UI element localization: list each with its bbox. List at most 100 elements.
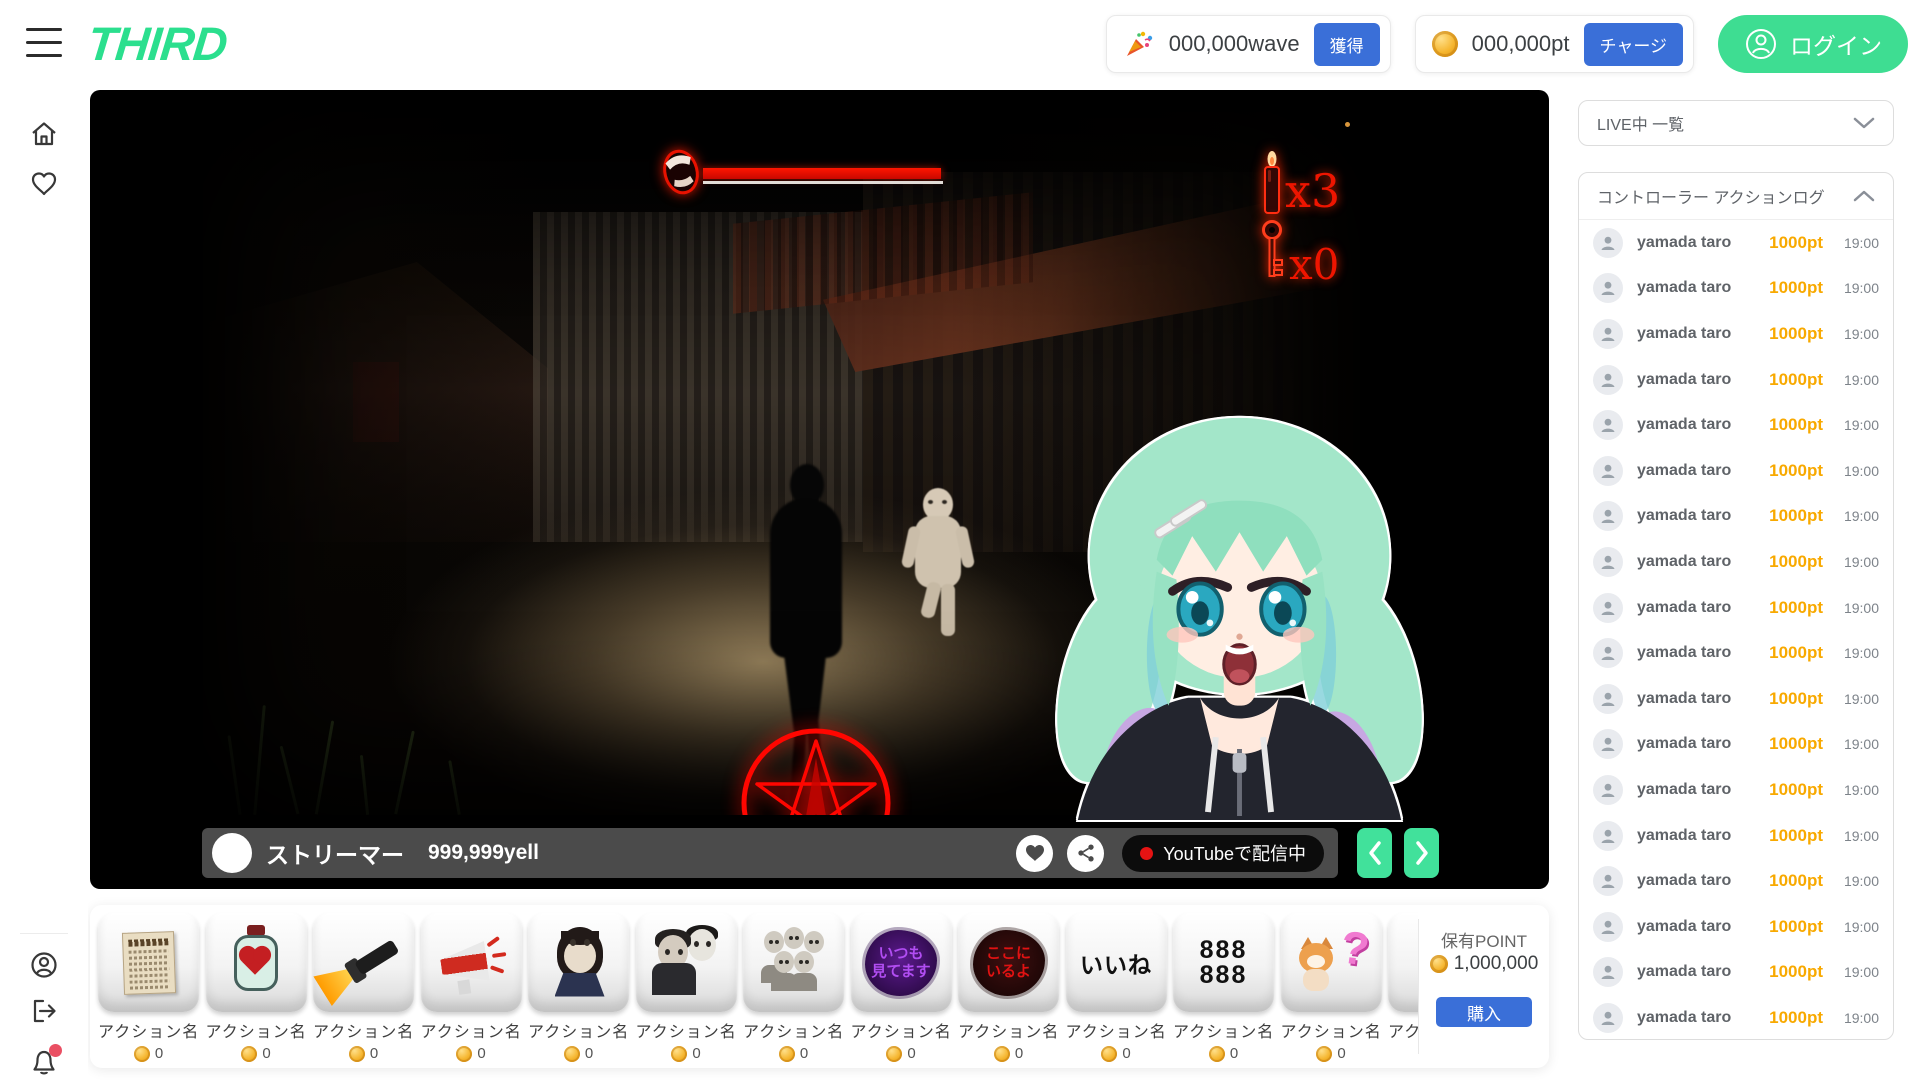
- shiba-question-icon: ?: [1293, 925, 1369, 1001]
- action-log-row: yamada taro 1000pt 19:00: [1579, 676, 1893, 722]
- action-log-row: yamada taro 1000pt 19:00: [1579, 539, 1893, 585]
- favorites-heart-icon[interactable]: [29, 169, 59, 199]
- charge-button[interactable]: チャージ: [1584, 23, 1684, 66]
- user-avatar: [1593, 912, 1623, 942]
- buy-button[interactable]: 購入: [1436, 997, 1532, 1027]
- chevron-right-icon: [1414, 840, 1430, 866]
- wave-claim-button[interactable]: 獲得: [1314, 23, 1380, 66]
- purple-splatter-icon: いつも見てます: [863, 925, 939, 1001]
- logout-icon[interactable]: [29, 996, 59, 1026]
- header-right: 000,000wave 獲得 000,000pt チャージ ログイン: [1106, 14, 1908, 74]
- user-icon: [1744, 27, 1778, 61]
- log-user-name: yamada taro: [1637, 1009, 1769, 1027]
- log-points: 1000pt: [1769, 598, 1823, 618]
- action-log-card: コントローラー アクションログ yamada taro 1000pt 19:: [1578, 172, 1894, 1040]
- person-icon: [1599, 553, 1617, 571]
- action-card-3[interactable]: アクション名 0: [313, 913, 414, 1062]
- prev-stream-button[interactable]: [1357, 828, 1392, 878]
- action-card-6[interactable]: アクション名 0: [636, 913, 737, 1062]
- chevron-up-icon: [1853, 190, 1875, 202]
- log-points: 1000pt: [1769, 324, 1823, 344]
- log-user-name: yamada taro: [1637, 690, 1769, 708]
- youtube-live-button[interactable]: YouTubeで配信中: [1122, 835, 1324, 872]
- user-avatar: [1593, 547, 1623, 577]
- log-points: 1000pt: [1769, 415, 1823, 435]
- login-button[interactable]: ログイン: [1718, 15, 1908, 73]
- notification-badge: [49, 1044, 62, 1057]
- points-card: 000,000pt チャージ: [1415, 15, 1694, 73]
- user-avatar: [1593, 319, 1623, 349]
- log-time: 19:00: [1837, 280, 1879, 296]
- partial-text-icon: 初で: [1401, 925, 1419, 1001]
- log-points: 1000pt: [1769, 826, 1823, 846]
- user-avatar: [1593, 866, 1623, 896]
- action-card-10[interactable]: いいね アクション名 0: [1066, 913, 1167, 1062]
- owned-points-panel: 保有POINT 1,000,000 購入: [1419, 905, 1549, 1068]
- log-user-name: yamada taro: [1637, 827, 1769, 845]
- log-time: 19:00: [1837, 736, 1879, 752]
- vtuber-avatar: [1042, 410, 1437, 820]
- user-avatar: [1593, 501, 1623, 531]
- log-user-name: yamada taro: [1637, 918, 1769, 936]
- action-log-row: yamada taro 1000pt 19:00: [1579, 357, 1893, 403]
- action-card-1[interactable]: アクション名 0: [98, 913, 199, 1062]
- owned-points-label: 保有POINT: [1419, 927, 1549, 952]
- action-card-12[interactable]: ? アクション名 0: [1281, 913, 1382, 1062]
- action-log-header[interactable]: コントローラー アクションログ: [1579, 173, 1893, 220]
- party-popper-icon: [1123, 28, 1155, 60]
- home-icon[interactable]: [29, 119, 59, 149]
- log-time: 19:00: [1837, 919, 1879, 935]
- stream-info-bar: ストリーマー 999,999yell YouTubeで配信中: [202, 828, 1338, 878]
- menu-button[interactable]: [26, 28, 62, 62]
- action-card-8[interactable]: いつも見てます アクション名 0: [851, 913, 952, 1062]
- share-button[interactable]: [1067, 835, 1104, 872]
- action-bar: アクション名 0 アクション名 0 アクション名 0: [90, 905, 1549, 1068]
- like-text-icon: いいね: [1078, 925, 1154, 1001]
- key-icon: [1259, 218, 1285, 282]
- action-log-row: yamada taro 1000pt 19:00: [1579, 813, 1893, 859]
- coin-icon: [1430, 955, 1448, 973]
- action-card-4[interactable]: アクション名 0: [421, 913, 522, 1062]
- action-card-2[interactable]: アクション名 0: [206, 913, 307, 1062]
- log-time: 19:00: [1837, 326, 1879, 342]
- log-points: 1000pt: [1769, 643, 1823, 663]
- heart-icon: [1025, 844, 1045, 862]
- log-points: 1000pt: [1769, 552, 1823, 572]
- action-card-9[interactable]: ここにいるよ アクション名 0: [958, 913, 1059, 1062]
- log-points: 1000pt: [1769, 461, 1823, 481]
- streamer-avatar[interactable]: [212, 833, 252, 873]
- like-button[interactable]: [1016, 835, 1053, 872]
- login-label: ログイン: [1790, 27, 1882, 61]
- user-avatar: [1593, 638, 1623, 668]
- action-log-row: yamada taro 1000pt 19:00: [1579, 266, 1893, 312]
- next-stream-button[interactable]: [1404, 828, 1439, 878]
- logo[interactable]: THIRD: [85, 16, 229, 71]
- user-avatar: [1593, 593, 1623, 623]
- candle-icon: [1259, 150, 1285, 216]
- log-time: 19:00: [1837, 463, 1879, 479]
- account-icon[interactable]: [29, 950, 59, 980]
- wave-card: 000,000wave 獲得: [1106, 15, 1391, 73]
- notifications-bell-icon[interactable]: [29, 1047, 59, 1077]
- action-card-7[interactable]: アクション名 0: [743, 913, 844, 1062]
- person-icon: [1599, 279, 1617, 297]
- user-avatar: [1593, 729, 1623, 759]
- action-card-11[interactable]: 888888 アクション名 0: [1173, 913, 1274, 1062]
- log-time: 19:00: [1837, 782, 1879, 798]
- action-log-row: yamada taro 1000pt 19:00: [1579, 448, 1893, 494]
- log-user-name: yamada taro: [1637, 234, 1769, 252]
- action-log-row: yamada taro 1000pt 19:00: [1579, 950, 1893, 996]
- youtube-live-label: YouTubeで配信中: [1163, 840, 1306, 866]
- megaphone-icon: [433, 925, 509, 1001]
- person-icon: [1599, 325, 1617, 343]
- log-user-name: yamada taro: [1637, 416, 1769, 434]
- log-points: 1000pt: [1769, 233, 1823, 253]
- live-list-card[interactable]: LIVE中 一覧: [1578, 100, 1894, 146]
- action-card-5[interactable]: アクション名 0: [528, 913, 629, 1062]
- pentagram-icon: [731, 718, 901, 815]
- action-card-13[interactable]: 初で アクション名 0: [1388, 913, 1418, 1062]
- action-log-list: yamada taro 1000pt 19:00 yamada taro 100…: [1579, 220, 1893, 1040]
- user-avatar: [1593, 456, 1623, 486]
- chevron-down-icon: [1853, 117, 1875, 129]
- ghost-children-icon: [756, 925, 832, 1001]
